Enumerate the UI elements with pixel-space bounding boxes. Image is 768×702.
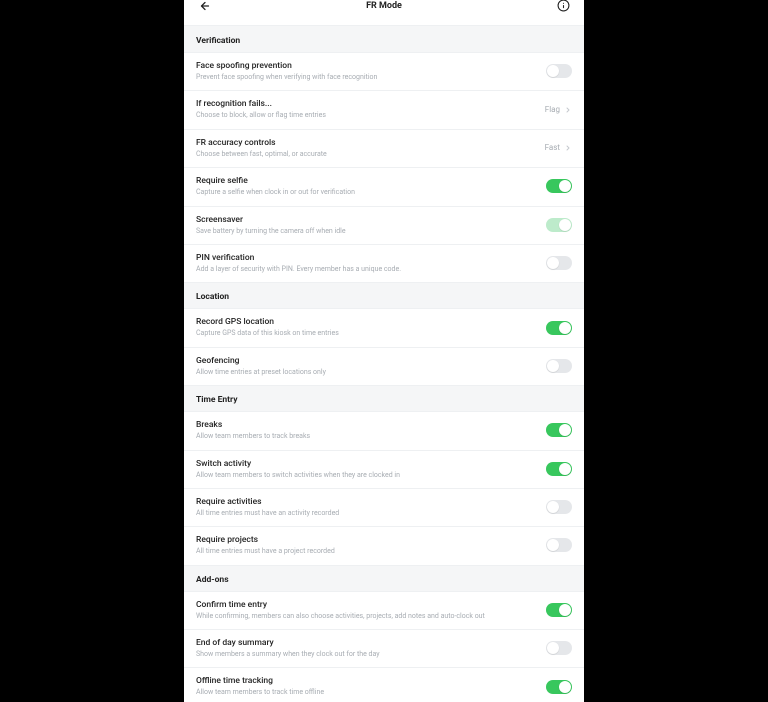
value: Flag — [545, 105, 560, 114]
row-if-recognition-fails[interactable]: If recognition fails... Choose to block,… — [184, 90, 584, 129]
section-header-verification: Verification — [184, 26, 584, 52]
desc: All time entries must have a project rec… — [196, 547, 335, 555]
desc: Prevent face spoofing when verifying wit… — [196, 73, 377, 81]
toggle-record-gps[interactable] — [546, 321, 572, 335]
label: End of day summary — [196, 638, 380, 648]
desc: Save battery by turning the camera off w… — [196, 227, 346, 235]
desc: Allow team members to switch activities … — [196, 471, 400, 479]
label: PIN verification — [196, 253, 401, 263]
desc: Choose between fast, optimal, or accurat… — [196, 150, 327, 158]
row-pin-verification[interactable]: PIN verification Add a layer of security… — [184, 244, 584, 283]
header-bar: FR Mode — [184, 0, 584, 26]
label: Offline time tracking — [196, 676, 324, 686]
info-button[interactable] — [552, 0, 574, 17]
value: Fast — [545, 143, 560, 152]
chevron-right-icon — [564, 106, 572, 114]
toggle-offline-tracking[interactable] — [546, 680, 572, 694]
row-breaks[interactable]: Breaks Allow team members to track break… — [184, 411, 584, 450]
desc: While confirming, members can also choos… — [196, 612, 485, 620]
toggle-switch-activity[interactable] — [546, 462, 572, 476]
row-offline-tracking[interactable]: Offline time tracking Allow team members… — [184, 667, 584, 702]
desc: Choose to block, allow or flag time entr… — [196, 111, 326, 119]
row-screensaver[interactable]: Screensaver Save battery by turning the … — [184, 206, 584, 245]
toggle-end-of-day-summary[interactable] — [546, 641, 572, 655]
chevron-right-icon — [564, 144, 572, 152]
label: FR accuracy controls — [196, 138, 327, 148]
section-header-time-entry: Time Entry — [184, 385, 584, 411]
label: Geofencing — [196, 356, 326, 366]
section-header-addons: Add-ons — [184, 565, 584, 591]
label: If recognition fails... — [196, 99, 326, 109]
row-confirm-time-entry[interactable]: Confirm time entry While confirming, mem… — [184, 591, 584, 630]
desc: All time entries must have an activity r… — [196, 509, 339, 517]
row-face-spoofing[interactable]: Face spoofing prevention Prevent face sp… — [184, 52, 584, 91]
label: Require activities — [196, 497, 339, 507]
toggle-confirm-time-entry[interactable] — [546, 603, 572, 617]
section-header-location: Location — [184, 282, 584, 308]
label: Face spoofing prevention — [196, 61, 377, 71]
label: Breaks — [196, 420, 310, 430]
toggle-require-selfie[interactable] — [546, 179, 572, 193]
row-fr-accuracy[interactable]: FR accuracy controls Choose between fast… — [184, 129, 584, 168]
back-button[interactable] — [194, 0, 216, 17]
label: Record GPS location — [196, 317, 339, 327]
desc: Allow team members to track breaks — [196, 432, 310, 440]
label: Switch activity — [196, 459, 400, 469]
toggle-face-spoofing[interactable] — [546, 64, 572, 78]
toggle-geofencing[interactable] — [546, 359, 572, 373]
arrow-left-icon — [199, 0, 211, 12]
label: Require projects — [196, 535, 335, 545]
desc: Allow time entries at preset locations o… — [196, 368, 326, 376]
label: Confirm time entry — [196, 600, 485, 610]
toggle-pin-verification[interactable] — [546, 256, 572, 270]
desc: Capture GPS data of this kiosk on time e… — [196, 329, 339, 337]
row-geofencing[interactable]: Geofencing Allow time entries at preset … — [184, 347, 584, 386]
row-require-selfie[interactable]: Require selfie Capture a selfie when clo… — [184, 167, 584, 206]
row-require-projects[interactable]: Require projects All time entries must h… — [184, 526, 584, 565]
page-title: FR Mode — [366, 1, 402, 11]
row-require-activities[interactable]: Require activities All time entries must… — [184, 488, 584, 527]
label: Screensaver — [196, 215, 346, 225]
info-icon — [557, 0, 570, 12]
desc: Add a layer of security with PIN. Every … — [196, 265, 401, 273]
toggle-require-projects[interactable] — [546, 538, 572, 552]
row-record-gps[interactable]: Record GPS location Capture GPS data of … — [184, 308, 584, 347]
desc: Show members a summary when they clock o… — [196, 650, 380, 658]
row-end-of-day-summary[interactable]: End of day summary Show members a summar… — [184, 629, 584, 668]
toggle-screensaver[interactable] — [546, 218, 572, 232]
row-switch-activity[interactable]: Switch activity Allow team members to sw… — [184, 450, 584, 489]
label: Require selfie — [196, 176, 355, 186]
toggle-require-activities[interactable] — [546, 500, 572, 514]
desc: Allow team members to track time offline — [196, 688, 324, 696]
desc: Capture a selfie when clock in or out fo… — [196, 188, 355, 196]
toggle-breaks[interactable] — [546, 423, 572, 437]
